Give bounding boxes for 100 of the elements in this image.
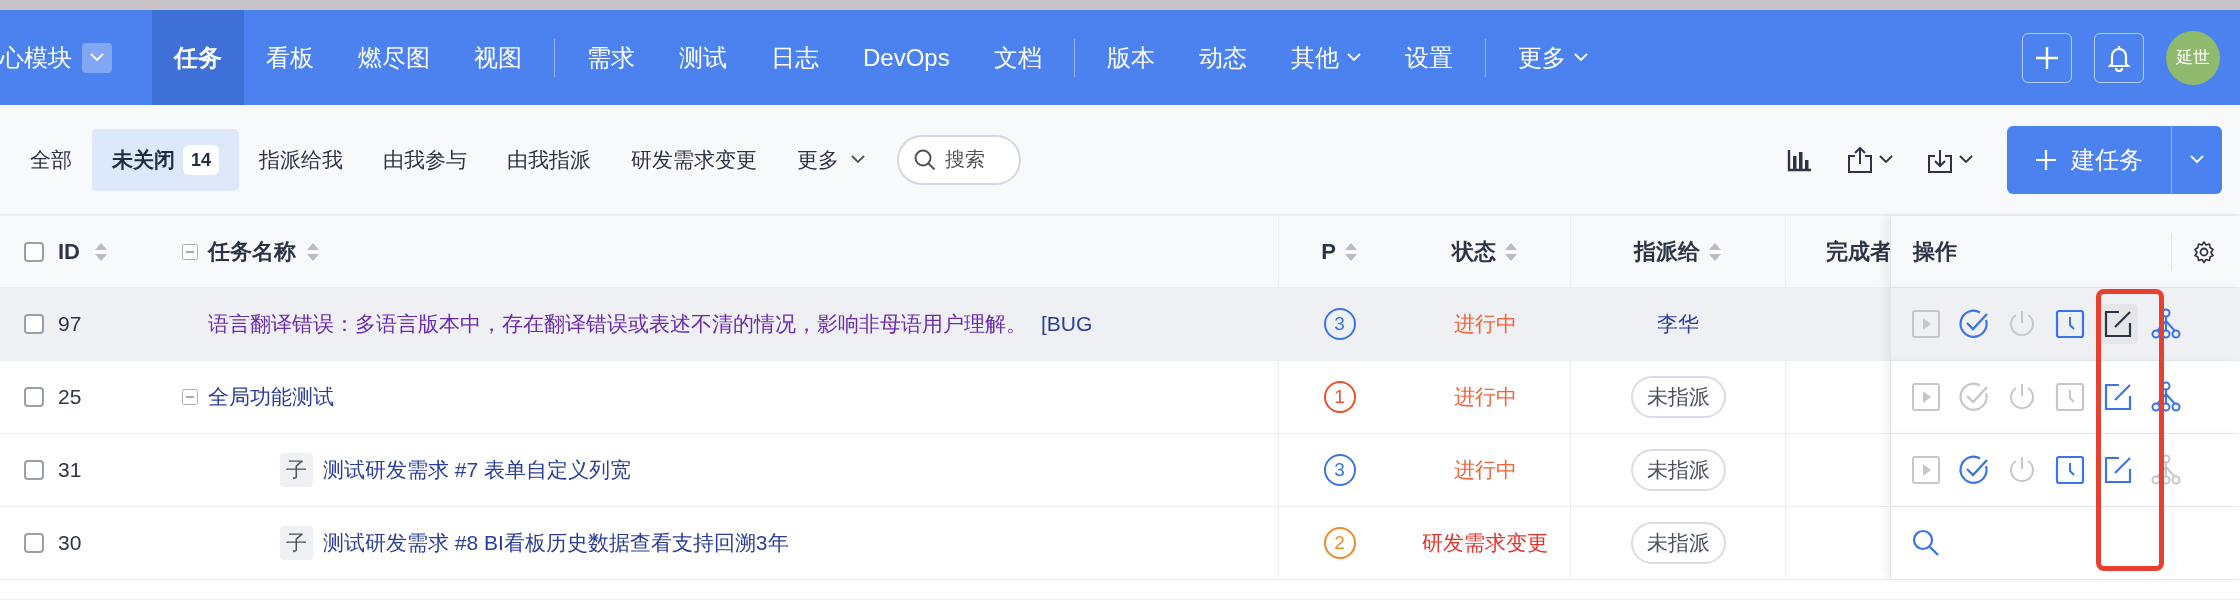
play-icon[interactable] xyxy=(1911,455,1941,485)
unassigned-tag[interactable]: 未指派 xyxy=(1630,376,1726,418)
nav-tab[interactable]: 文档 xyxy=(971,10,1064,105)
settings-icon[interactable] xyxy=(2192,239,2216,264)
edit-icon[interactable] xyxy=(2103,382,2133,412)
nav-tab[interactable]: 日志 xyxy=(749,10,841,105)
column-header[interactable]: 完成者 xyxy=(1826,235,1892,268)
add-button[interactable] xyxy=(2022,32,2072,83)
task-name-link[interactable]: 语言翻译错误：多语言版本中，存在翻译错误或表述不清的情况，影响非母语用户理解。 xyxy=(208,308,1027,340)
filter-tab[interactable]: 更多 xyxy=(777,128,886,191)
edit-icon[interactable] xyxy=(2103,455,2133,485)
nav-tab[interactable]: 需求 xyxy=(565,10,657,105)
power-icon[interactable] xyxy=(2007,382,2037,412)
column-header[interactable]: ID xyxy=(58,235,80,268)
nav-tab[interactable]: 任务 xyxy=(152,10,244,105)
project-dropdown-button[interactable] xyxy=(82,42,112,73)
column-header[interactable]: P xyxy=(1321,235,1336,268)
priority-badge: 2 xyxy=(1323,527,1356,559)
plus-icon xyxy=(2035,148,2057,171)
sort-icon[interactable] xyxy=(306,241,320,262)
column-header[interactable]: 任务名称 xyxy=(208,235,296,268)
task-name-link[interactable]: 测试研发需求 #7 表单自定义列宽 xyxy=(323,454,632,486)
checkbox[interactable] xyxy=(24,241,44,262)
priority-badge: 3 xyxy=(1323,454,1356,486)
unassigned-tag[interactable]: 未指派 xyxy=(1630,449,1726,491)
power-icon[interactable] xyxy=(2007,455,2037,485)
task-tag: [BUG xyxy=(1041,308,1093,340)
branch-nodes-icon[interactable] xyxy=(2151,454,2181,486)
chevron-down-icon xyxy=(2190,155,2204,164)
clock-icon[interactable] xyxy=(2055,455,2085,485)
child-badge: 子 xyxy=(280,453,313,487)
priority-badge: 1 xyxy=(1323,381,1356,413)
play-icon[interactable] xyxy=(1911,382,1941,412)
sort-icon[interactable] xyxy=(1504,241,1518,262)
checkbox[interactable] xyxy=(24,314,44,334)
search-field[interactable]: 搜索 xyxy=(897,134,1022,185)
unassigned-tag[interactable]: 未指派 xyxy=(1630,522,1726,564)
search-icon xyxy=(913,147,938,172)
nav-tab[interactable]: 版本 xyxy=(1084,10,1177,105)
nav-tab[interactable]: 看板 xyxy=(244,10,336,105)
clock-icon[interactable] xyxy=(2055,309,2085,339)
nav-tab[interactable]: 测试 xyxy=(657,10,749,105)
nav-tab[interactable]: 动态 xyxy=(1176,10,1269,105)
status-text: 研发需求变更 xyxy=(1422,530,1548,557)
table-row[interactable]: 30 子 测试研发需求 #8 BI看板历史数据查看支持回溯3年 2 研发需求变更 未指派 xyxy=(0,507,2240,580)
filter-tab[interactable]: 由我参与 xyxy=(363,128,488,191)
filter-tab[interactable]: 研发需求变更 xyxy=(611,128,778,191)
export-icon xyxy=(1847,145,1873,174)
nav-tab[interactable]: 视图 xyxy=(452,10,544,105)
priority-badge: 3 xyxy=(1323,308,1356,340)
plus-icon xyxy=(2034,44,2060,71)
nav-tab[interactable]: 其他 xyxy=(1268,10,1383,105)
checkbox[interactable] xyxy=(24,460,44,480)
column-header: 操作 xyxy=(1913,238,1957,266)
filter-tab[interactable]: 全部 xyxy=(10,128,92,191)
collapse-icon[interactable] xyxy=(182,389,198,405)
checkbox[interactable] xyxy=(24,387,44,407)
project-name[interactable]: 心模块 xyxy=(0,39,72,76)
filter-tab[interactable]: 指派给我 xyxy=(239,128,364,191)
sort-icon[interactable] xyxy=(1708,241,1722,262)
task-name-link[interactable]: 测试研发需求 #8 BI看板历史数据查看支持回溯3年 xyxy=(323,527,789,559)
chevron-down-icon xyxy=(1959,155,1973,164)
check-circle-icon[interactable] xyxy=(1958,381,1990,413)
table-cell-text: 31 xyxy=(58,457,82,484)
table-row[interactable]: 97 语言翻译错误：多语言版本中，存在翻译错误或表述不清的情况，影响非母语用户理解。 [BUG 3 进行中 李华 xyxy=(0,288,2240,361)
table-cell-text: 25 xyxy=(58,384,82,411)
checkbox[interactable] xyxy=(24,533,44,553)
table-row[interactable]: 25 全局功能测试 1 进行中 未指派 xyxy=(0,361,2240,434)
sort-icon[interactable] xyxy=(1343,241,1358,262)
export-button[interactable] xyxy=(1847,145,1893,174)
check-circle-icon[interactable] xyxy=(1958,308,1990,340)
status-text: 进行中 xyxy=(1453,384,1517,411)
filter-tab[interactable]: 由我指派 xyxy=(487,128,612,191)
assignee-name[interactable]: 李华 xyxy=(1657,308,1699,340)
nav-tab[interactable]: 更多 xyxy=(1495,10,1610,105)
table-cell-text: 97 xyxy=(58,311,82,338)
nav-tab[interactable]: 燃尽图 xyxy=(336,10,452,105)
status-text: 进行中 xyxy=(1453,311,1517,338)
column-header[interactable]: 状态 xyxy=(1452,235,1496,268)
branch-nodes-icon[interactable] xyxy=(2151,381,2181,413)
chevron-down-icon xyxy=(1879,155,1893,164)
chevron-down-icon xyxy=(90,53,104,62)
nav-tab[interactable]: DevOps xyxy=(841,10,972,105)
search-icon[interactable] xyxy=(1911,528,1941,558)
table-cell-text: 30 xyxy=(58,530,82,557)
check-circle-icon[interactable] xyxy=(1958,454,1990,486)
bell-icon xyxy=(2107,43,2131,72)
nav-tab[interactable]: 设置 xyxy=(1382,10,1475,105)
bar-chart-icon[interactable] xyxy=(1787,147,1813,172)
task-name-link[interactable]: 全局功能测试 xyxy=(208,381,334,413)
child-badge: 子 xyxy=(280,526,313,560)
notifications-button[interactable] xyxy=(2094,32,2144,83)
collapse-icon[interactable] xyxy=(182,243,198,260)
count-badge: 14 xyxy=(183,144,220,175)
column-header[interactable]: 指派给 xyxy=(1634,235,1700,268)
table-row[interactable]: 31 子 测试研发需求 #7 表单自定义列宽 3 进行中 未指派 xyxy=(0,434,2240,507)
sort-icon[interactable] xyxy=(94,241,108,262)
status-text: 进行中 xyxy=(1453,457,1517,484)
branch-nodes-icon[interactable] xyxy=(2151,308,2181,340)
filter-tab[interactable]: 未关闭 14 xyxy=(92,128,240,191)
